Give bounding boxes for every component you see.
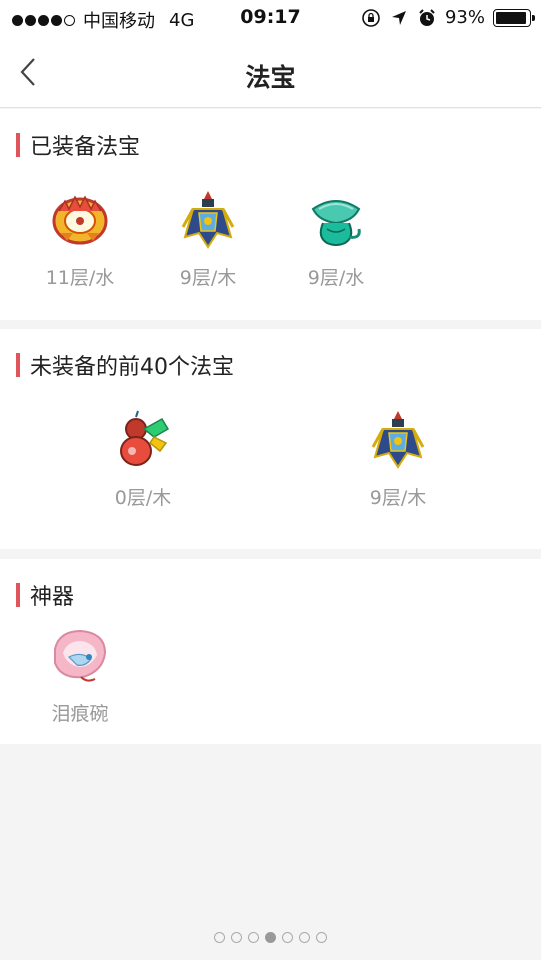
- golden-ring-treasure-icon: [52, 195, 108, 245]
- page-dot[interactable]: [316, 932, 327, 943]
- equipped-section-title: 已装备法宝: [30, 135, 141, 160]
- section-accent-bar: [16, 583, 20, 607]
- artifacts-section-header: 神器: [16, 579, 74, 611]
- page-dot[interactable]: [231, 932, 242, 943]
- equipped-section-header: 已装备法宝: [16, 129, 140, 161]
- artifact-item-1[interactable]: 泪痕碗: [25, 623, 135, 726]
- unequipped-section-title: 未装备的前40个法宝: [30, 355, 234, 380]
- page-dot[interactable]: [265, 932, 276, 943]
- equipped-item-1-label: 11层/水: [45, 267, 115, 289]
- unequipped-item-2[interactable]: 9层/木: [343, 407, 453, 510]
- battery-icon: [493, 8, 535, 27]
- unequipped-section: 未装备的前40个法宝 0层/木 9层/木: [0, 329, 541, 549]
- page-dot[interactable]: [299, 932, 310, 943]
- battery-fill: [496, 11, 526, 24]
- page-title: 法宝: [245, 63, 296, 92]
- artifacts-section: 神器 泪痕碗: [0, 559, 541, 744]
- unequipped-item-1[interactable]: 0层/木: [88, 407, 198, 510]
- robe-treasure-icon: [371, 411, 425, 469]
- equipped-item-3-label: 9层/水: [307, 267, 365, 289]
- jade-shell-treasure-icon: [311, 200, 361, 246]
- unequipped-item-2-label: 9层/木: [369, 487, 427, 509]
- equipped-item-1[interactable]: 11层/水: [25, 187, 135, 290]
- alarm-clock-icon: [419, 8, 435, 26]
- page-dot[interactable]: [214, 932, 225, 943]
- equipped-section: 已装备法宝 11层/水 9层/木 9层/水: [0, 109, 541, 320]
- gourd-treasure-icon: [120, 410, 170, 466]
- navigation-bar: 法宝: [0, 36, 541, 108]
- artifact-item-1-label: 泪痕碗: [51, 703, 109, 725]
- rotation-lock-icon: [362, 8, 380, 27]
- equipped-item-2-label: 9层/木: [179, 267, 237, 289]
- page-indicator: [0, 932, 541, 943]
- tear-bowl-icon: [54, 629, 107, 682]
- battery-percent: 93%: [444, 7, 485, 28]
- unequipped-section-header: 未装备的前40个法宝: [16, 349, 234, 381]
- equipped-item-3[interactable]: 9层/水: [281, 187, 391, 290]
- artifacts-section-title: 神器: [30, 585, 75, 610]
- section-accent-bar: [16, 353, 20, 377]
- unequipped-item-1-label: 0层/木: [114, 487, 172, 509]
- status-right: 93%: [361, 7, 535, 28]
- section-accent-bar: [16, 133, 20, 157]
- page-dot[interactable]: [282, 932, 293, 943]
- equipped-item-2[interactable]: 9层/木: [153, 187, 263, 290]
- location-arrow-icon: [391, 10, 406, 25]
- page-dot[interactable]: [248, 932, 259, 943]
- status-bar: 中国移动 4G 09:17 93%: [0, 0, 541, 36]
- robe-treasure-icon: [181, 191, 235, 249]
